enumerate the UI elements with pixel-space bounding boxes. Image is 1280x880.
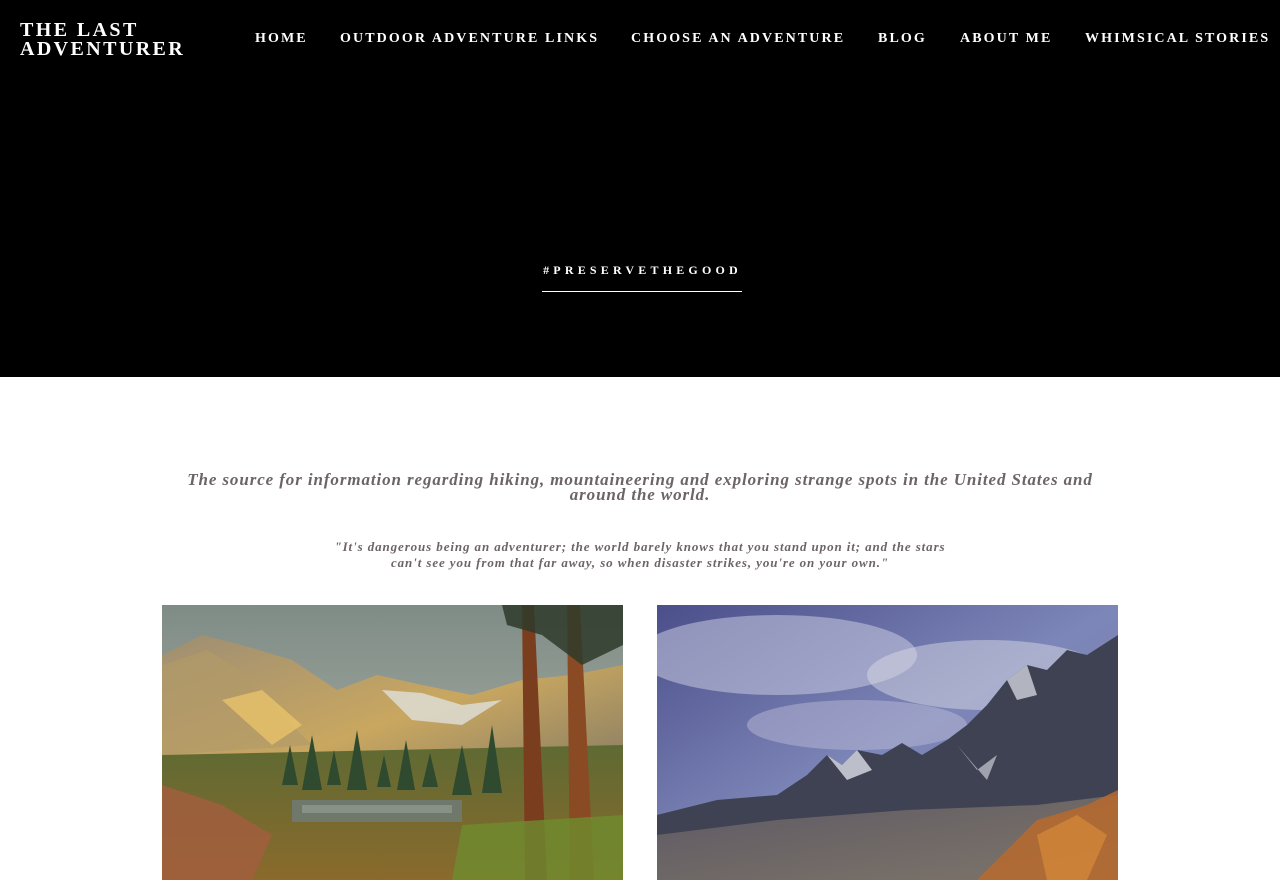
- nav-item-whimsical-stories[interactable]: WHIMSICAL STORIES: [1085, 31, 1270, 47]
- site-tagline: The source for information regarding hik…: [187, 470, 1093, 504]
- mountain-ridge-image: [657, 605, 1118, 880]
- main-nav: HOME OUTDOOR ADVENTURE LINKS CHOOSE AN A…: [0, 31, 1280, 51]
- nav-item-about-me[interactable]: ABOUT ME: [960, 31, 1052, 47]
- hero-banner: THE LAST ADVENTURER HOME OUTDOOR ADVENTU…: [0, 0, 1280, 377]
- nav-item-home[interactable]: HOME: [255, 31, 308, 47]
- adventurer-quote: "It's dangerous being an adventurer; the…: [334, 539, 946, 570]
- gallery-photo-mountain-ridge[interactable]: [657, 605, 1118, 880]
- alpine-lake-image: [162, 605, 623, 880]
- nav-item-blog[interactable]: BLOG: [878, 31, 927, 47]
- gallery-photo-alpine-lake[interactable]: [162, 605, 623, 880]
- nav-item-outdoor-adventure-links[interactable]: OUTDOOR ADVENTURE LINKS: [340, 31, 599, 47]
- hashtag-container: #PRESERVETHEGOOD: [0, 261, 1280, 292]
- nav-item-choose-an-adventure[interactable]: CHOOSE AN ADVENTURE: [631, 31, 845, 47]
- hashtag-link[interactable]: #PRESERVETHEGOOD: [542, 263, 742, 292]
